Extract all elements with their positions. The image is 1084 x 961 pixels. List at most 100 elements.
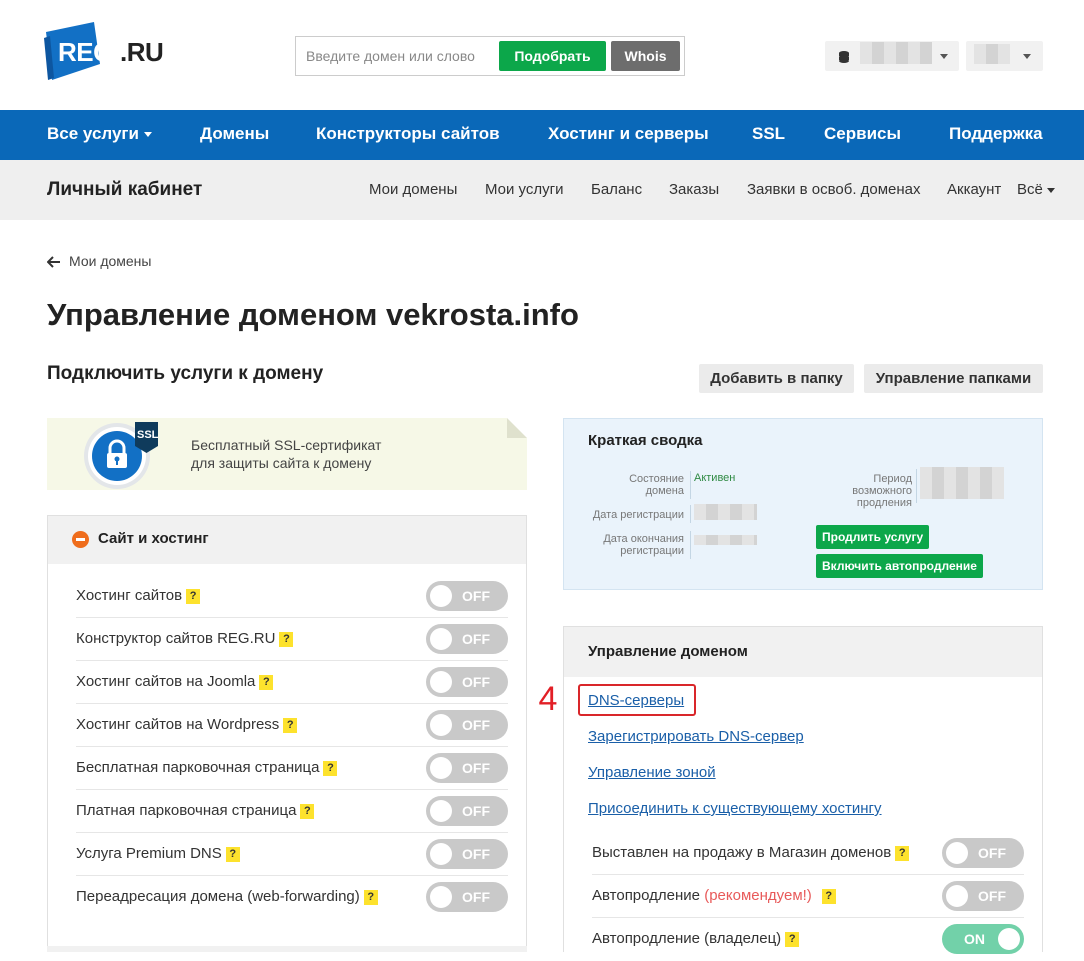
service-toggle[interactable]: OFF bbox=[426, 839, 508, 869]
balance-value-blurred bbox=[860, 42, 932, 64]
balance-dropdown[interactable] bbox=[825, 41, 959, 71]
nav-hosting-servers[interactable]: Хостинг и серверы bbox=[548, 110, 709, 160]
key-line: Период bbox=[873, 473, 912, 485]
reg-ru-logo[interactable]: REG .RU bbox=[42, 20, 172, 82]
domain-search-input[interactable] bbox=[296, 37, 496, 75]
pick-domain-button[interactable]: Подобрать bbox=[499, 41, 606, 71]
renew-service-button[interactable]: Продлить услугу bbox=[816, 525, 930, 549]
key-line: возможного bbox=[852, 485, 912, 497]
nav-ssl[interactable]: SSL bbox=[752, 110, 785, 160]
minus-circle-icon[interactable] bbox=[72, 531, 89, 548]
cabinet-title[interactable]: Личный кабинет bbox=[47, 160, 202, 220]
service-label: Бесплатная парковочная страница? bbox=[76, 747, 338, 789]
service-toggle[interactable]: OFF bbox=[426, 796, 508, 826]
ssl-promo-line-2: для защиты сайта к домену bbox=[191, 455, 372, 471]
subnav-my-domains[interactable]: Мои домены bbox=[369, 160, 457, 220]
site-hosting-header[interactable]: Сайт и хостинг bbox=[48, 516, 526, 564]
end-date-blurred bbox=[694, 535, 757, 545]
reg-date-key: Дата регистрации bbox=[592, 509, 684, 521]
add-to-folder-button[interactable]: Добавить в папку bbox=[699, 364, 854, 393]
nav-site-builders[interactable]: Конструкторы сайтов bbox=[316, 110, 500, 160]
option-row: Автопродление (рекомендуем!)? OFF bbox=[592, 875, 1024, 918]
service-row: Услуга Premium DNS? OFF bbox=[76, 833, 508, 876]
help-icon[interactable]: ? bbox=[259, 675, 274, 690]
service-toggle[interactable]: OFF bbox=[426, 710, 508, 740]
toggle-state: OFF bbox=[462, 846, 490, 862]
service-label: Хостинг сайтов на Joomla? bbox=[76, 661, 274, 703]
subnav-all[interactable]: Всё bbox=[1017, 160, 1055, 220]
subnav-orders[interactable]: Заказы bbox=[669, 160, 719, 220]
end-date-key: Дата окончания регистрации bbox=[574, 533, 684, 557]
key-line: домена bbox=[645, 485, 684, 497]
chevron-down-icon bbox=[1046, 187, 1055, 193]
ssl-badge-text: SSL bbox=[137, 429, 159, 441]
option-row: Выставлен на продажу в Магазин доменов? … bbox=[592, 832, 1024, 875]
help-icon[interactable]: ? bbox=[186, 589, 201, 604]
renew-period-blurred bbox=[920, 467, 1004, 499]
toggle-state: OFF bbox=[462, 674, 490, 690]
help-icon[interactable]: ? bbox=[821, 889, 836, 904]
step-number: 4 bbox=[533, 676, 563, 722]
toggle-state: OFF bbox=[462, 717, 490, 733]
divider bbox=[916, 469, 917, 503]
summary-title: Краткая сводка bbox=[588, 432, 703, 449]
nav-all-services[interactable]: Все услуги bbox=[47, 110, 152, 160]
help-icon[interactable]: ? bbox=[300, 804, 315, 819]
toggle-state: ON bbox=[964, 931, 985, 947]
attach-hosting-link[interactable]: Присоединить к существующему хостингу bbox=[588, 800, 882, 817]
service-toggle[interactable]: OFF bbox=[426, 667, 508, 697]
ssl-promo-banner[interactable]: SSL Бесплатный SSL-сертификат для защиты… bbox=[47, 418, 527, 490]
connect-services-title: Подключить услуги к домену bbox=[47, 363, 324, 384]
option-label-text: Автопродление (владелец) bbox=[592, 930, 782, 947]
user-dropdown[interactable] bbox=[966, 41, 1043, 71]
help-icon[interactable]: ? bbox=[225, 847, 240, 862]
service-toggle[interactable]: OFF bbox=[426, 581, 508, 611]
toggle-knob bbox=[946, 842, 968, 864]
service-label-text: Переадресация домена (web-forwarding) bbox=[76, 888, 360, 905]
subnav-balance[interactable]: Баланс bbox=[591, 160, 642, 220]
chevron-down-icon bbox=[1023, 54, 1031, 59]
service-label: Услуга Premium DNS? bbox=[76, 833, 240, 875]
help-icon[interactable]: ? bbox=[323, 761, 338, 776]
service-label: Хостинг сайтов на Wordpress? bbox=[76, 704, 298, 746]
option-label: Выставлен на продажу в Магазин доменов? bbox=[592, 832, 910, 874]
domain-management-header: Управление доменом bbox=[564, 627, 1042, 677]
help-icon[interactable]: ? bbox=[785, 932, 800, 947]
help-icon[interactable]: ? bbox=[283, 718, 298, 733]
nav-domains[interactable]: Домены bbox=[200, 110, 269, 160]
nav-support[interactable]: Поддержка bbox=[949, 110, 1043, 160]
service-label-text: Хостинг сайтов на Wordpress bbox=[76, 716, 280, 733]
option-toggle[interactable]: ON bbox=[942, 924, 1024, 954]
toggle-state: OFF bbox=[462, 631, 490, 647]
subnav-my-services[interactable]: Мои услуги bbox=[485, 160, 564, 220]
option-toggle[interactable]: OFF bbox=[942, 881, 1024, 911]
help-icon[interactable]: ? bbox=[363, 890, 378, 905]
zone-management-link[interactable]: Управление зоной bbox=[588, 764, 716, 781]
service-toggle[interactable]: OFF bbox=[426, 882, 508, 912]
toggle-knob bbox=[430, 800, 452, 822]
service-row: Хостинг сайтов на Wordpress? OFF bbox=[76, 704, 508, 747]
register-dns-server-link[interactable]: Зарегистрировать DNS-сервер bbox=[588, 728, 804, 745]
option-toggle[interactable]: OFF bbox=[942, 838, 1024, 868]
dns-servers-highlight bbox=[578, 684, 696, 716]
help-icon[interactable]: ? bbox=[279, 632, 294, 647]
subnav-released-domains[interactable]: Заявки в освоб. доменах bbox=[747, 160, 921, 220]
toggle-knob bbox=[946, 885, 968, 907]
toggle-knob bbox=[430, 714, 452, 736]
service-toggle[interactable]: OFF bbox=[426, 753, 508, 783]
whois-button[interactable]: Whois bbox=[611, 41, 680, 71]
breadcrumb[interactable]: Мои домены bbox=[47, 253, 151, 269]
nav-services[interactable]: Сервисы bbox=[824, 110, 901, 160]
enable-autorenew-button[interactable]: Включить автопродление bbox=[816, 554, 983, 578]
service-label: Переадресация домена (web-forwarding)? bbox=[76, 876, 378, 918]
subnav-account[interactable]: Аккаунт bbox=[947, 160, 1001, 220]
reg-date-blurred bbox=[694, 504, 757, 520]
main-navigation: Все услуги Домены Конструкторы сайтов Хо… bbox=[0, 110, 1084, 160]
service-label-text: Конструктор сайтов REG.RU bbox=[76, 630, 276, 647]
toggle-state: OFF bbox=[978, 888, 1006, 904]
ssl-promo-line-1: Бесплатный SSL-сертификат bbox=[191, 437, 382, 453]
service-toggle[interactable]: OFF bbox=[426, 624, 508, 654]
help-icon[interactable]: ? bbox=[895, 846, 910, 861]
manage-folders-button[interactable]: Управление папками bbox=[864, 364, 1043, 393]
key-line: Дата окончания bbox=[603, 533, 684, 545]
